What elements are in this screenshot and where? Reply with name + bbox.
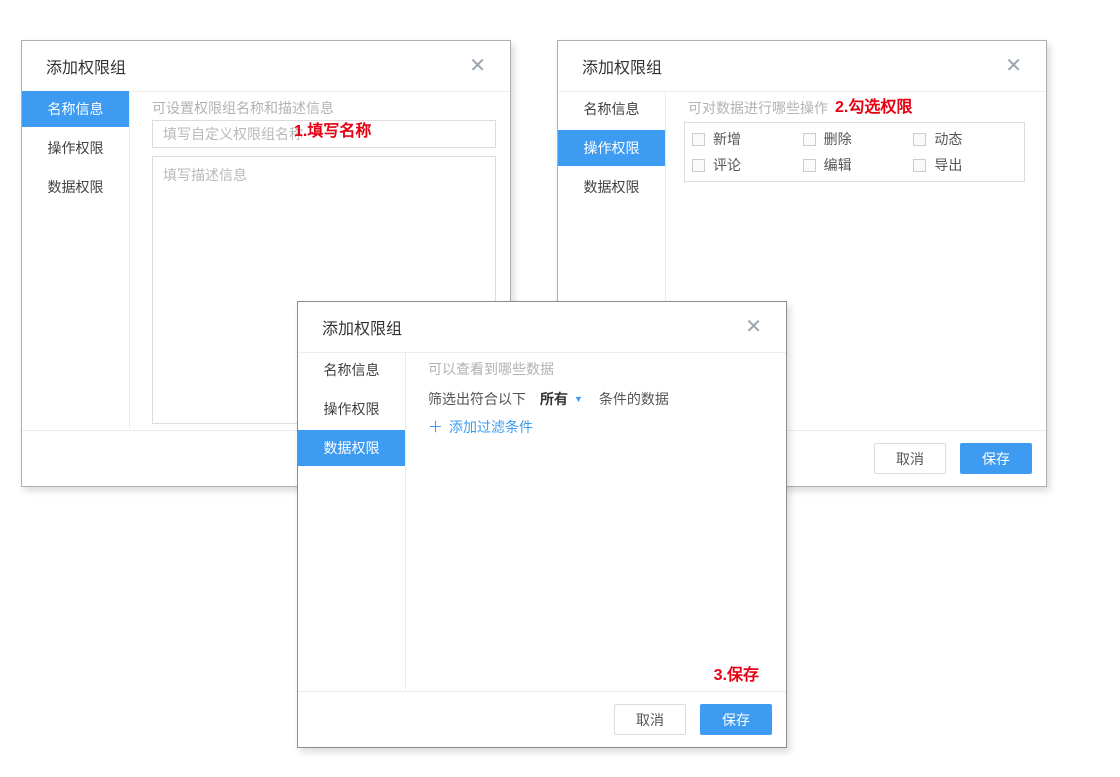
tab-data-permissions[interactable]: 数据权限 [298,430,405,466]
checkbox-icon[interactable] [692,133,705,146]
checkbox-icon[interactable] [803,159,816,172]
add-filter-condition-link[interactable]: ＋ 添加过滤条件 [428,417,772,437]
dialog-title: 添加权限组 [322,315,402,339]
close-icon[interactable]: ✕ [469,56,486,76]
filter-match-dropdown[interactable]: 所有 ▼ [540,389,583,409]
dialog-header: 添加权限组 ✕ [22,41,510,92]
cancel-button[interactable]: 取消 [614,704,686,735]
add-filter-label: 添加过滤条件 [449,417,533,437]
cancel-button[interactable]: 取消 [874,443,946,474]
checkbox-label: 编辑 [824,155,852,175]
filter-suffix-label: 条件的数据 [599,389,669,409]
tab-operation-permissions[interactable]: 操作权限 [22,130,129,166]
tab-name-info[interactable]: 名称信息 [22,91,129,127]
checkbox-label: 删除 [824,129,852,149]
dialog-body: 可以查看到哪些数据 筛选出符合以下 所有 ▼ 条件的数据 ＋ 添加过滤条件 [428,352,772,437]
close-icon[interactable]: ✕ [1005,56,1022,76]
dialog-sidebar: 名称信息 操作权限 数据权限 [298,352,406,690]
tab-operation-permissions[interactable]: 操作权限 [298,391,405,427]
tab-name-info[interactable]: 名称信息 [298,352,405,388]
filter-selected-value: 所有 [540,389,568,409]
dialog-header: 添加权限组 ✕ [298,302,786,353]
dialog-title: 添加权限组 [582,54,662,78]
section-heading: 可以查看到哪些数据 [428,359,772,379]
dialog-footer: 取消 保存 [298,691,786,747]
checkbox-label: 动态 [934,129,962,149]
checkbox-item-activity[interactable]: 动态 [913,129,1024,149]
checkbox-item-comment[interactable]: 评论 [692,155,803,175]
close-icon[interactable]: ✕ [745,317,762,337]
checkbox-icon[interactable] [913,133,926,146]
operations-checkbox-group: 新增 删除 动态 评论 编辑 导出 [684,122,1025,182]
plus-icon: ＋ [428,420,443,435]
checkbox-item-add[interactable]: 新增 [692,129,803,149]
filter-prefix-label: 筛选出符合以下 [428,389,526,409]
dialog-add-permission-group-data: 添加权限组 ✕ 名称信息 操作权限 数据权限 可以查看到哪些数据 筛选出符合以下… [297,301,787,748]
checkbox-label: 评论 [713,155,741,175]
dialog-header: 添加权限组 ✕ [558,41,1046,92]
annotation-step2: 2.勾选权限 [835,98,912,118]
dialog-title: 添加权限组 [46,54,126,78]
filter-condition-row: 筛选出符合以下 所有 ▼ 条件的数据 [428,389,772,409]
checkbox-label: 导出 [934,155,962,175]
checkbox-icon[interactable] [913,159,926,172]
tab-data-permissions[interactable]: 数据权限 [558,169,665,205]
checkbox-item-delete[interactable]: 删除 [803,129,914,149]
tab-name-info[interactable]: 名称信息 [558,91,665,127]
checkbox-icon[interactable] [803,133,816,146]
dialog-sidebar: 名称信息 操作权限 数据权限 [22,91,130,429]
tab-data-permissions[interactable]: 数据权限 [22,169,129,205]
section-heading: 可设置权限组名称和描述信息 [152,98,496,118]
tab-operation-permissions[interactable]: 操作权限 [558,130,665,166]
checkbox-item-export[interactable]: 导出 [913,155,1024,175]
annotation-step3: 3.保存 [714,666,759,686]
annotation-step1: 1.填写名称 [294,122,371,142]
checkbox-item-edit[interactable]: 编辑 [803,155,914,175]
save-button[interactable]: 保存 [960,443,1032,474]
checkbox-label: 新增 [713,129,741,149]
checkbox-icon[interactable] [692,159,705,172]
chevron-down-icon: ▼ [574,389,583,409]
save-button[interactable]: 保存 [700,704,772,735]
